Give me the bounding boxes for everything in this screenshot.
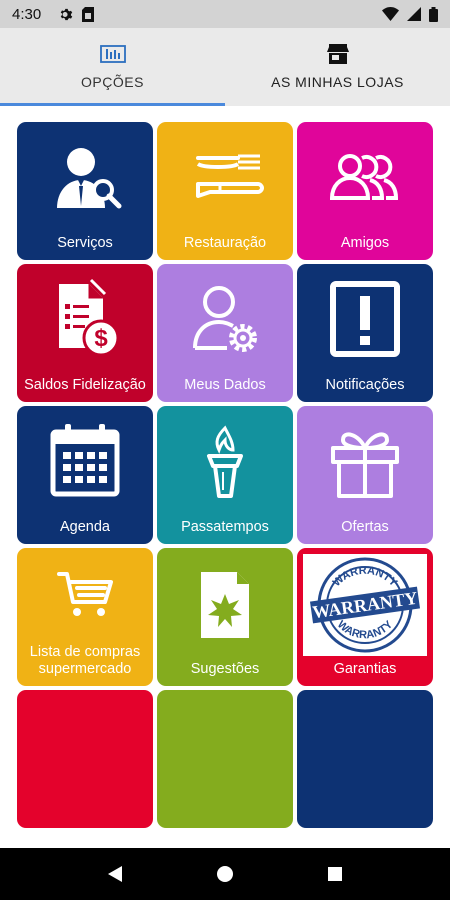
warranty-stamp-icon: WARRANTY WARRANTY WARRANTY <box>309 557 421 653</box>
tile-label: Notificações <box>325 377 405 393</box>
gear-icon <box>60 8 73 20</box>
tile-label: Lista de compras supermercado <box>29 644 141 677</box>
document-star-icon <box>201 572 249 638</box>
tab-label: AS MINHAS LOJAS <box>271 74 404 90</box>
tile-agenda[interactable]: Agenda <box>17 406 153 544</box>
home-icon[interactable] <box>215 864 235 884</box>
tile-empty-blue[interactable] <box>297 690 433 828</box>
tile-label: Restauração <box>183 235 267 251</box>
user-gear-icon <box>193 286 257 352</box>
tile-label: Garantias <box>333 661 397 677</box>
tile-restauracao[interactable]: Restauração <box>157 122 293 260</box>
sim-card-icon <box>82 6 95 22</box>
tile-servicos[interactable]: Serviços <box>17 122 153 260</box>
status-time: 4:30 <box>12 5 42 23</box>
tile-passatempos[interactable]: Passatempos <box>157 406 293 544</box>
store-icon <box>326 44 349 64</box>
equalizer-icon <box>99 45 126 63</box>
tile-lista-compras[interactable]: Lista de compras supermercado <box>17 548 153 686</box>
tile-label: Ofertas <box>341 519 389 535</box>
tile-label: Amigos <box>340 235 390 251</box>
svg-text:WARRANTY: WARRANTY <box>331 565 400 590</box>
svg-text:WARRANTY: WARRANTY <box>311 588 419 623</box>
tab-opcoes[interactable]: OPÇÕES <box>0 28 225 106</box>
tab-bar: OPÇÕES AS MINHAS LOJAS <box>0 28 450 106</box>
options-grid: Serviços Restauração Amigos $ Saldos Fid… <box>0 106 450 848</box>
warranty-stamp-panel: WARRANTY WARRANTY WARRANTY <box>303 554 427 656</box>
calendar-icon <box>50 424 120 497</box>
tab-label: OPÇÕES <box>81 74 144 90</box>
tile-saldos-fidelizacao[interactable]: $ Saldos Fidelização <box>17 264 153 402</box>
person-search-icon <box>57 148 122 209</box>
tile-empty-red[interactable] <box>17 690 153 828</box>
tile-amigos[interactable]: Amigos <box>297 122 433 260</box>
svg-text:$: $ <box>94 325 108 352</box>
cart-icon <box>57 572 113 616</box>
cutlery-icon <box>196 154 264 198</box>
torch-icon <box>207 425 243 498</box>
recents-icon[interactable] <box>326 865 344 883</box>
tile-notificacoes[interactable]: Notificações <box>297 264 433 402</box>
tile-label: Saldos Fidelização <box>24 377 146 393</box>
tab-minhas-lojas[interactable]: AS MINHAS LOJAS <box>225 28 450 106</box>
gift-icon <box>331 432 399 498</box>
signal-icon <box>407 7 421 21</box>
system-nav-bar <box>0 848 450 900</box>
tile-garantias[interactable]: WARRANTY WARRANTY WARRANTY Garantias <box>297 548 433 686</box>
document-money-icon: $ <box>59 278 120 357</box>
tile-label: Serviços <box>57 235 113 251</box>
tile-sugestoes[interactable]: Sugestões <box>157 548 293 686</box>
tile-ofertas[interactable]: Ofertas <box>297 406 433 544</box>
tile-label: Meus Dados <box>184 377 266 393</box>
group-icon <box>329 154 399 200</box>
svg-text:WARRANTY: WARRANTY <box>335 618 396 641</box>
battery-icon <box>429 6 438 22</box>
tile-label: Passatempos <box>181 519 269 535</box>
tile-label: Agenda <box>60 519 110 535</box>
status-bar: 4:30 <box>0 0 450 28</box>
wifi-icon <box>382 7 399 21</box>
back-icon[interactable] <box>106 864 124 884</box>
tile-meus-dados[interactable]: Meus Dados <box>157 264 293 402</box>
tile-label: Sugestões <box>190 661 260 677</box>
exclamation-icon <box>330 281 400 357</box>
tile-empty-green[interactable] <box>157 690 293 828</box>
